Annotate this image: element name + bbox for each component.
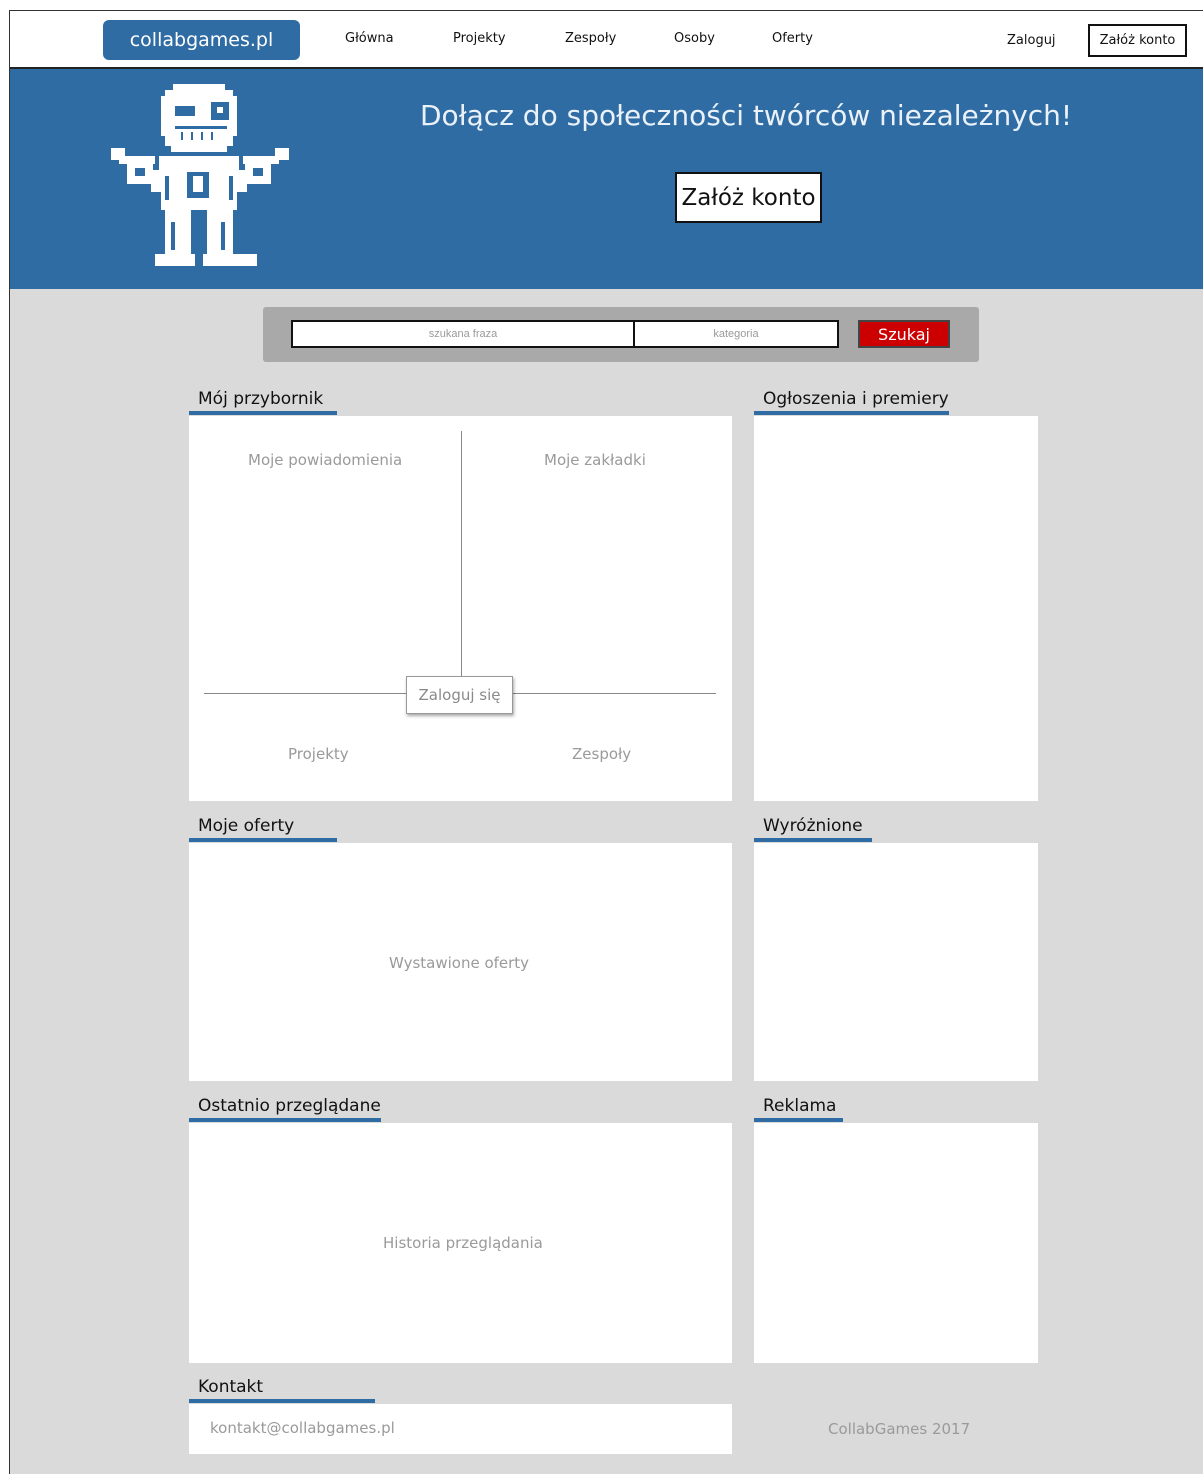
teams-link[interactable]: Zespoły [572, 745, 631, 763]
recent-content: Historia przeglądania [383, 1234, 543, 1252]
nav-link-projects[interactable]: Projekty [453, 31, 506, 46]
search-bar: szukana fraza kategoria Szukaj [263, 307, 979, 362]
news-title-underline [754, 411, 949, 415]
featured-title-underline [754, 838, 872, 842]
offers-content: Wystawione oferty [389, 954, 530, 972]
offers-title: Moje oferty [198, 816, 295, 836]
recent-title: Ostatnio przeglądane [198, 1096, 381, 1116]
toolbox-divider-vertical [461, 431, 462, 676]
ads-panel [754, 1123, 1038, 1363]
search-category-input[interactable]: kategoria [633, 320, 839, 348]
page-frame: collabgames.pl Główna Projekty Zespoły O… [9, 10, 1203, 1474]
nav-link-teams[interactable]: Zespoły [565, 31, 616, 46]
toolbox-divider-left [204, 693, 406, 694]
offers-title-underline [189, 838, 337, 842]
pixel-skeleton-icon [111, 84, 289, 266]
contact-email-link[interactable]: kontakt@collabgames.pl [210, 1419, 395, 1437]
top-navbar: collabgames.pl Główna Projekty Zespoły O… [10, 11, 1203, 69]
recent-panel: Historia przeglądania [189, 1123, 732, 1363]
news-title: Ogłoszenia i premiery [763, 389, 949, 409]
contact-panel: kontakt@collabgames.pl [189, 1404, 732, 1454]
search-phrase-input[interactable]: szukana fraza [291, 320, 635, 348]
offers-panel: Wystawione oferty [189, 843, 732, 1081]
login-link[interactable]: Zaloguj [1007, 33, 1056, 48]
nav-link-people[interactable]: Osoby [674, 31, 715, 46]
projects-link[interactable]: Projekty [288, 745, 349, 763]
toolbox-title: Mój przybornik [198, 389, 324, 409]
hero-banner: Dołącz do społeczności twórców niezależn… [10, 69, 1203, 289]
register-button[interactable]: Załóż konto [1088, 24, 1187, 57]
toolbox-panel: Moje powiadomienia Moje zakładki Zaloguj… [189, 416, 732, 801]
featured-title: Wyróżnione [763, 816, 863, 836]
toolbox-divider-right [513, 693, 716, 694]
nav-link-home[interactable]: Główna [345, 31, 394, 46]
ads-title-underline [754, 1118, 843, 1122]
toolbox-title-underline [189, 411, 337, 415]
hero-title: Dołącz do społeczności twórców niezależn… [420, 99, 1073, 132]
featured-panel [754, 843, 1038, 1081]
ads-title: Reklama [763, 1096, 837, 1116]
notifications-link[interactable]: Moje powiadomienia [248, 451, 402, 469]
bookmarks-link[interactable]: Moje zakładki [544, 451, 646, 469]
hero-register-button[interactable]: Załóż konto [675, 172, 822, 223]
nav-link-offers[interactable]: Oferty [772, 31, 813, 46]
contact-title: Kontakt [198, 1377, 264, 1397]
contact-title-underline [189, 1399, 375, 1403]
search-button[interactable]: Szukaj [858, 320, 950, 348]
footer-copyright: CollabGames 2017 [828, 1420, 971, 1438]
toolbox-login-button[interactable]: Zaloguj się [406, 676, 513, 714]
site-logo[interactable]: collabgames.pl [103, 20, 300, 60]
news-panel [754, 416, 1038, 801]
recent-title-underline [189, 1118, 381, 1122]
